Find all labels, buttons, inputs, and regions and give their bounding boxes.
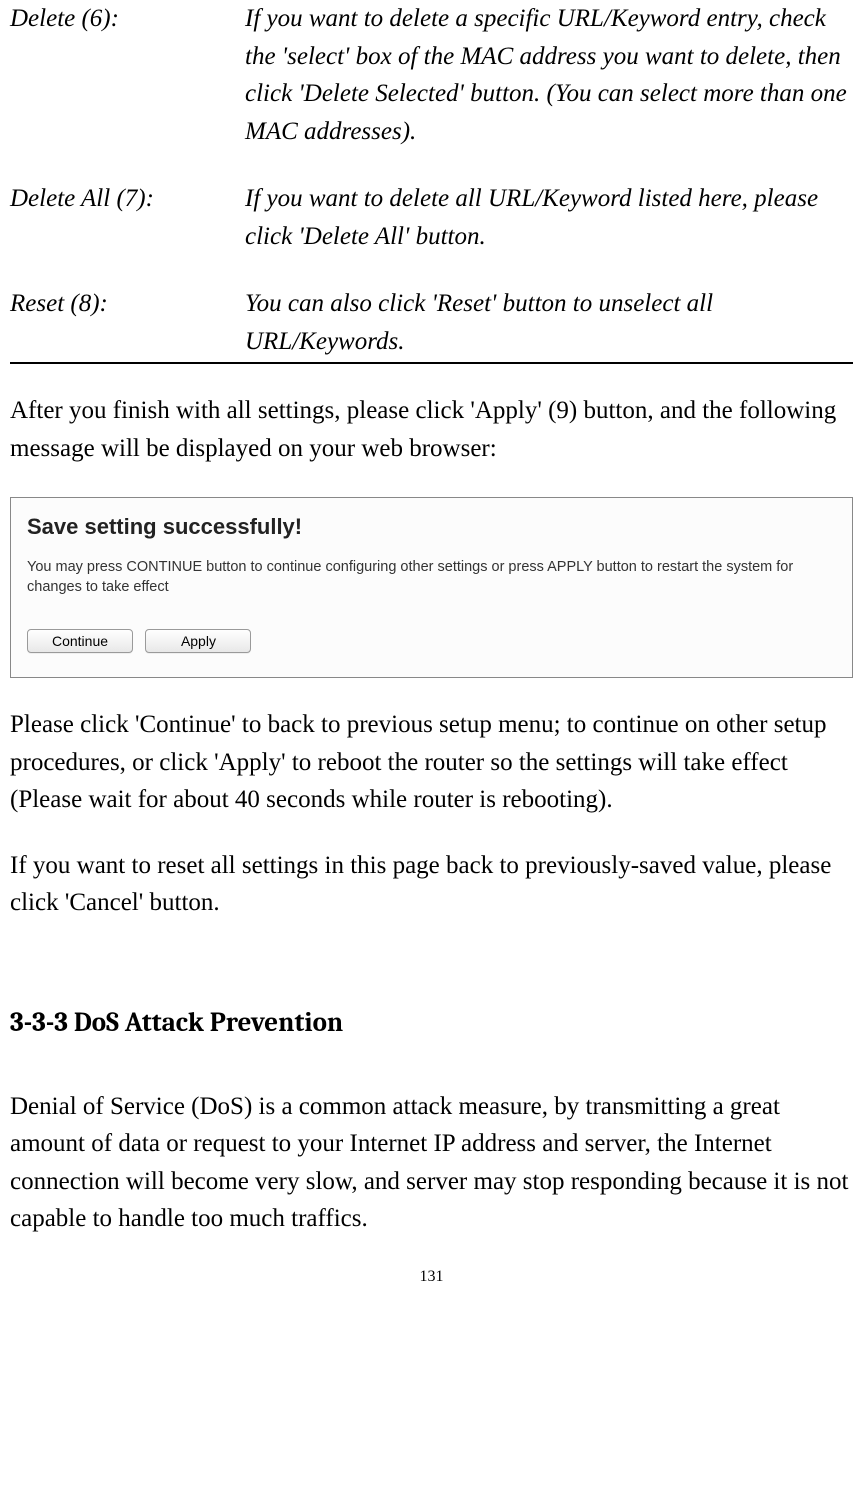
paragraph-continue-instruction: Please click 'Continue' to back to previ… xyxy=(10,706,853,819)
paragraph-cancel-instruction: If you want to reset all settings in thi… xyxy=(10,847,853,922)
definition-text: You can also click 'Reset' button to uns… xyxy=(245,285,853,360)
continue-button[interactable]: Continue xyxy=(27,629,133,653)
dialog-title: Save setting successfully! xyxy=(27,514,836,540)
definition-label: Reset (8): xyxy=(10,285,245,360)
definitions-table: Delete (6): If you want to delete a spec… xyxy=(10,0,853,364)
definition-row: Reset (8): You can also click 'Reset' bu… xyxy=(10,285,853,360)
dialog-button-row: Continue Apply xyxy=(27,629,836,653)
apply-button[interactable]: Apply xyxy=(145,629,251,653)
definition-row: Delete (6): If you want to delete a spec… xyxy=(10,0,853,150)
definition-label: Delete (6): xyxy=(10,0,245,150)
definition-text: If you want to delete all URL/Keyword li… xyxy=(245,180,853,255)
definition-row: Delete All (7): If you want to delete al… xyxy=(10,180,853,255)
paragraph-apply-instruction: After you finish with all settings, plea… xyxy=(10,392,853,467)
section-heading: 3-3-3 DoS Attack Prevention xyxy=(10,1007,853,1038)
dialog-message: You may press CONTINUE button to continu… xyxy=(27,558,836,597)
page-number: 131 xyxy=(10,1268,853,1286)
definition-text: If you want to delete a specific URL/Key… xyxy=(245,0,853,150)
definition-label: Delete All (7): xyxy=(10,180,245,255)
paragraph-dos-intro: Denial of Service (DoS) is a common atta… xyxy=(10,1088,853,1238)
router-dialog-screenshot: Save setting successfully! You may press… xyxy=(10,497,853,678)
